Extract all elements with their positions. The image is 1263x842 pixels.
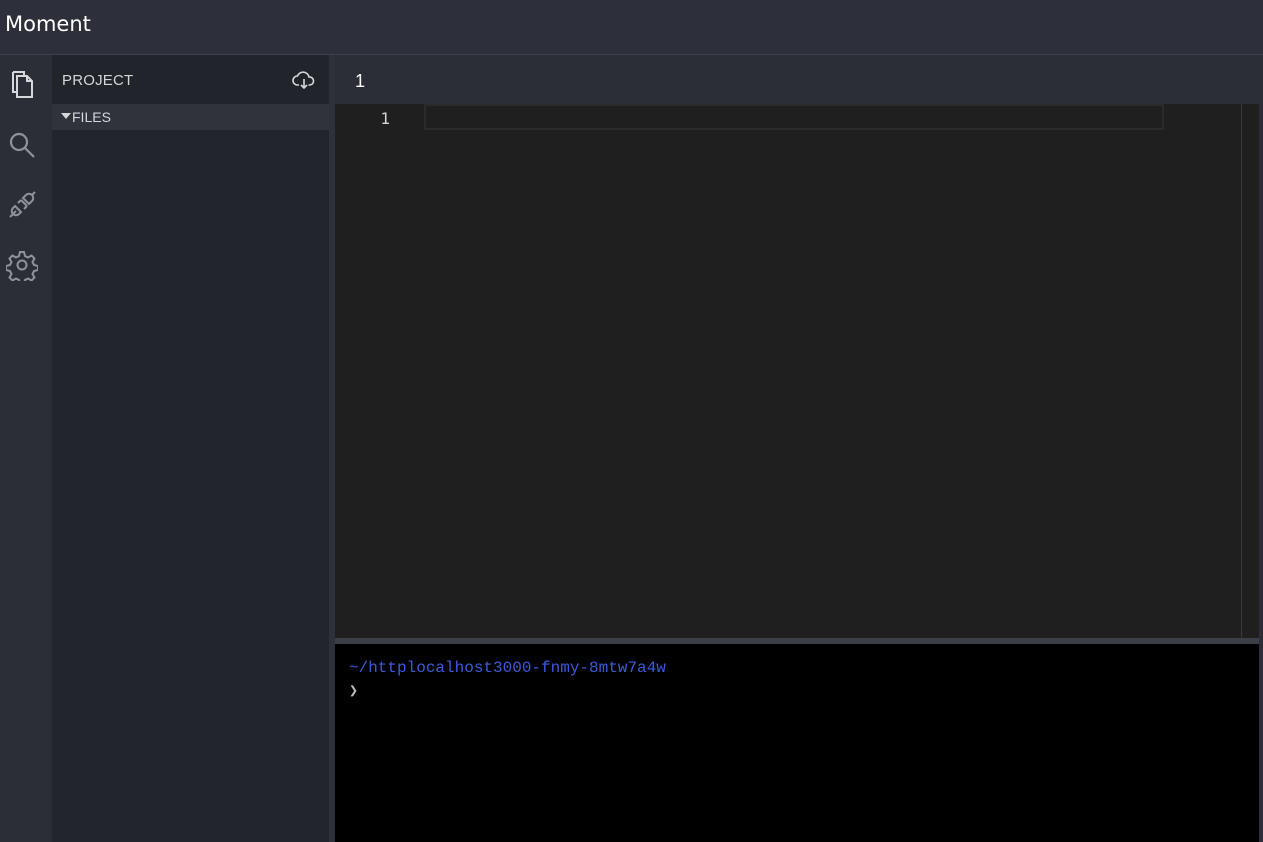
project-sidebar: PROJECT FILES: [52, 55, 329, 842]
sidebar-title: PROJECT: [62, 72, 134, 89]
editor-tab-bar: 1: [335, 55, 1259, 104]
editor-scrollbar[interactable]: [1241, 104, 1242, 638]
files-section-label: FILES: [72, 109, 111, 125]
app-window: Moment PROJECT FILES 1 1 ~/httplocalhost…: [0, 0, 1263, 842]
gear-icon[interactable]: [6, 249, 38, 281]
app-title: Moment: [5, 12, 91, 36]
sidebar-header: PROJECT: [52, 55, 329, 104]
code-editor[interactable]: 1: [335, 104, 1259, 638]
search-icon[interactable]: [6, 129, 38, 161]
title-bar: Moment: [0, 0, 1263, 55]
files-icon[interactable]: [6, 69, 38, 101]
current-line-highlight[interactable]: [424, 104, 1164, 130]
terminal-path: ~/httplocalhost3000-fnmy-8mtw7a4w: [349, 659, 666, 677]
caret-down-icon: [61, 113, 71, 119]
files-section-toggle[interactable]: FILES: [52, 104, 329, 130]
right-edge: [1259, 55, 1263, 842]
terminal-panel[interactable]: ~/httplocalhost3000-fnmy-8mtw7a4w ❯: [335, 644, 1259, 842]
activity-bar: [0, 55, 52, 842]
plug-icon[interactable]: [6, 189, 38, 221]
cloud-download-icon[interactable]: [292, 69, 316, 91]
editor-tab[interactable]: 1: [355, 71, 365, 92]
terminal-prompt: ❯: [349, 681, 359, 699]
line-number: 1: [380, 109, 390, 128]
